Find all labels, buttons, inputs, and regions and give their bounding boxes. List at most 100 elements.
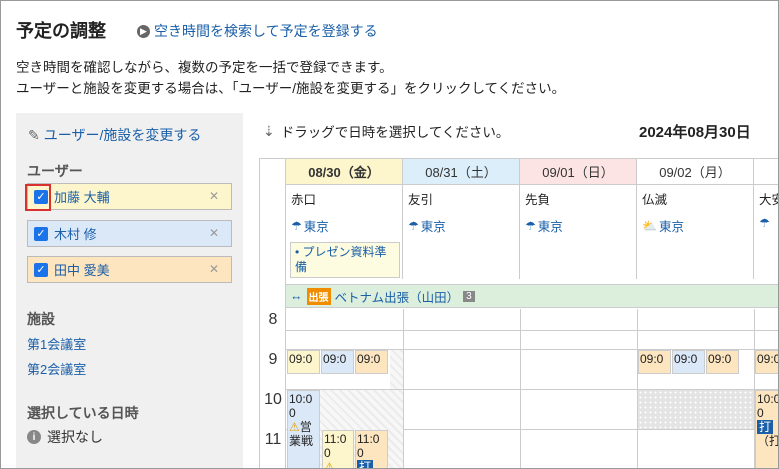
day-header[interactable] — [754, 159, 778, 185]
user-name-tanaka: 田中 愛美 — [54, 263, 110, 278]
day-header[interactable]: 08/31（土） — [403, 159, 519, 185]
day-column-0830[interactable]: 08/30（金） 赤口 ☂ 東京 • プレゼン資料準備 — [286, 159, 403, 279]
day-header[interactable]: 09/02（月） — [637, 159, 753, 185]
event-block[interactable]: 09:0 — [755, 350, 779, 374]
search-free-time-label: 空き時間を検索して予定を登録する — [154, 23, 378, 39]
event-block[interactable]: 10:0 0 ⚠営 業戦 — [287, 390, 320, 468]
weather-label: 東京 — [303, 220, 329, 234]
event-title: 打 — [757, 420, 774, 434]
day-header[interactable]: 09/01（日） — [520, 159, 636, 185]
day-column-0902[interactable]: 09/02（月） 仏滅 ⛅ 東京 — [637, 159, 754, 279]
event-block[interactable]: 11:0 0 ⚠ — [322, 430, 354, 468]
event-time: 09:0 — [357, 352, 381, 366]
remove-icon[interactable]: ✕ — [209, 226, 219, 240]
trip-text: ベトナム出張（山田） — [334, 290, 460, 305]
event-time: 10:0 — [757, 392, 779, 406]
rokuyo: 仏滅 — [642, 193, 668, 207]
col-line — [637, 309, 638, 468]
day-column-0901[interactable]: 09/01（日） 先負 ☂ 東京 — [520, 159, 637, 279]
col-line — [520, 309, 521, 468]
selected-none-label: 選択なし — [47, 429, 103, 445]
edit-users-facilities-link[interactable]: ✎ ユーザー/施設を変更する — [28, 125, 201, 145]
event-title: 打 — [357, 460, 374, 468]
rokuyo: 友引 — [408, 193, 434, 207]
user-chip-tanaka[interactable]: ✓ 田中 愛美 ✕ — [27, 256, 232, 283]
span-arrow-icon: ↔ — [290, 289, 303, 303]
event-title-cont: （打 — [757, 434, 779, 448]
selected-none: i 選択なし — [27, 427, 103, 447]
user-chip-kimura[interactable]: ✓ 木村 修 ✕ — [27, 220, 232, 247]
rokuyo: 赤口 — [291, 193, 317, 207]
event-time-cont: 0 — [357, 446, 364, 460]
event-block[interactable]: 11:0 0 打 — [355, 430, 388, 468]
event-block[interactable]: 09:0 — [706, 350, 739, 374]
highlight-box — [25, 184, 51, 211]
checkbox-tanaka[interactable]: ✓ — [34, 262, 48, 277]
edit-link-label: ユーザー/施設を変更する — [43, 127, 202, 143]
weather[interactable]: ☂ 東京 — [525, 216, 636, 235]
event-time: 09:0 — [757, 352, 779, 366]
remove-icon[interactable]: ✕ — [209, 189, 219, 203]
weather[interactable]: ⛅ 東京 — [642, 216, 753, 235]
event-block[interactable]: 10:0 0 打 （打 — [755, 390, 779, 468]
event-block[interactable]: 09:0 — [638, 350, 671, 374]
day-column-0903[interactable]: 大安 ☂ — [754, 159, 778, 279]
hour-label-9: 9 — [268, 351, 278, 368]
weather[interactable]: ☂ 東京 — [291, 216, 402, 235]
event-time: 09:0 — [674, 352, 698, 366]
event-time: 09:0 — [640, 352, 664, 366]
event-time-cont: 0 — [324, 446, 331, 460]
event-block[interactable]: 09:0 — [321, 350, 354, 374]
calendar-grid[interactable]: 08/30（金） 赤口 ☂ 東京 • プレゼン資料準備 08/31（土） 友引 ☂… — [259, 158, 779, 468]
selected-datetime-title: 選択している日時 — [27, 405, 139, 421]
drag-hint-label: ドラッグで日時を選択してください。 — [280, 125, 510, 140]
weather-label: 東京 — [537, 220, 563, 234]
event-title-text: 営 — [299, 420, 312, 434]
half-hour-line — [286, 330, 778, 331]
event-time: 11:0 — [357, 432, 380, 446]
weather[interactable]: ☂ 東京 — [408, 216, 519, 235]
event-time: 10:0 — [289, 392, 313, 406]
rokuyo: 先負 — [525, 193, 551, 207]
search-free-time-link[interactable]: ▶ 空き時間を検索して予定を登録する — [137, 21, 378, 41]
hour-label-11: 11 — [264, 431, 282, 448]
weather-rain-icon: ☂ — [291, 218, 302, 233]
description-line-2: ユーザーと施設を変更する場合は、「ユーザー/施設を変更する」をクリックしてくださ… — [16, 81, 566, 96]
arrow-right-icon: ▶ — [137, 24, 150, 38]
info-icon: i — [27, 430, 41, 444]
weather[interactable]: ☂ — [759, 216, 778, 230]
checkbox-kimura[interactable]: ✓ — [34, 226, 48, 241]
col-line — [403, 309, 404, 468]
hour-label-8: 8 — [268, 311, 278, 328]
event-time: 09:0 — [289, 352, 313, 366]
day-header[interactable]: 08/30（金） — [286, 159, 402, 185]
facility-link-2[interactable]: 第2会議室 — [27, 359, 86, 378]
event-title: ⚠営 — [289, 420, 318, 434]
warning-icon: ⚠ — [289, 420, 300, 434]
event-time: 09:0 — [708, 352, 732, 366]
user-chip-kato[interactable]: ✓ 加藤 大輔 ✕ — [25, 183, 232, 211]
weather-rain-icon: ☂ — [759, 216, 770, 230]
hour-label-10: 10 — [264, 391, 282, 408]
memo-text: プレゼン資料準備 — [295, 245, 387, 274]
event-title-cont: 業戦 — [289, 434, 314, 448]
rokuyo: 大安 — [759, 193, 778, 207]
day-column-0831[interactable]: 08/31（土） 友引 ☂ 東京 — [403, 159, 520, 279]
facility-link-1[interactable]: 第1会議室 — [27, 334, 86, 353]
sidebar: ✎ ユーザー/施設を変更する ユーザー ✓ 加藤 大輔 ✕ ✓ 木村 修 ✕ ✓… — [16, 113, 243, 468]
drag-hint: ⇣ ドラッグで日時を選択してください。 — [263, 121, 509, 141]
memo-item[interactable]: • プレゼン資料準備 — [290, 242, 400, 278]
event-block[interactable]: 09:0 — [355, 350, 388, 374]
trip-badge: 出張 — [306, 287, 331, 305]
event-time-cont: 0 — [289, 406, 296, 420]
unavailable-area — [638, 390, 754, 429]
weather-rain-icon: ☂ — [408, 218, 419, 233]
event-block[interactable]: 09:0 — [672, 350, 705, 374]
facilities-section-title: 施設 — [27, 311, 55, 327]
window: 予定の調整 ▶ 空き時間を検索して予定を登録する 空き時間を確認しながら、複数の… — [0, 0, 779, 469]
remove-icon[interactable]: ✕ — [209, 262, 219, 276]
pencil-icon: ✎ — [28, 126, 40, 143]
event-block[interactable]: 09:0 — [287, 350, 320, 374]
trip-band[interactable]: ↔ 出張 ベトナム出張（山田） 3 — [286, 284, 778, 308]
users-section-title: ユーザー — [27, 163, 83, 179]
